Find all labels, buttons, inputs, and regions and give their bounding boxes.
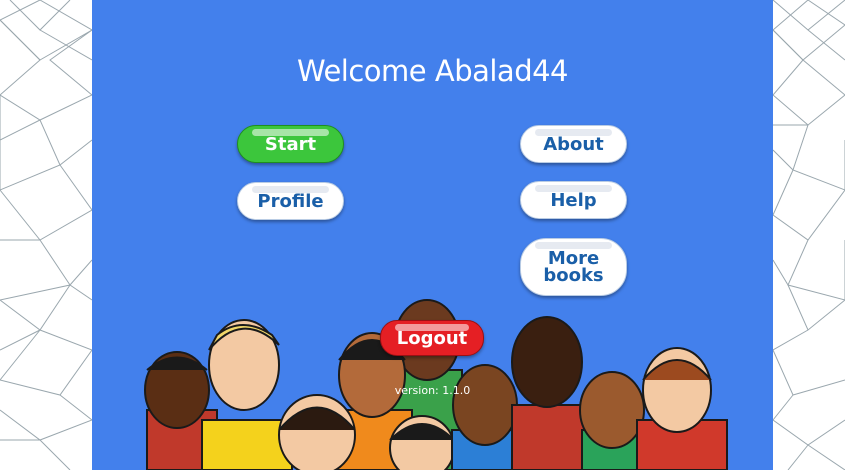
start-button[interactable]: Start <box>237 125 344 163</box>
welcome-title: Welcome Abalad44 <box>296 54 569 88</box>
more-books-button[interactable]: More books <box>520 238 627 296</box>
version-text: version: 1.1.0 <box>394 384 471 397</box>
profile-button[interactable]: Profile <box>237 182 344 220</box>
logout-button-label: Logout <box>396 327 468 349</box>
about-button[interactable]: About <box>520 125 627 163</box>
main-menu-panel: Welcome Abalad44 Start Profile About Hel… <box>92 0 773 470</box>
profile-button-label: Profile <box>257 190 324 212</box>
children-group-illustration <box>144 299 728 470</box>
geometric-pattern-left <box>0 0 92 470</box>
logout-button[interactable]: Logout <box>380 320 484 356</box>
geometric-pattern-right <box>773 0 845 470</box>
help-button[interactable]: Help <box>520 181 627 219</box>
start-button-label: Start <box>264 133 317 155</box>
about-button-label: About <box>543 133 604 155</box>
more-books-label-line2: books <box>543 265 604 286</box>
help-button-label: Help <box>550 189 597 211</box>
